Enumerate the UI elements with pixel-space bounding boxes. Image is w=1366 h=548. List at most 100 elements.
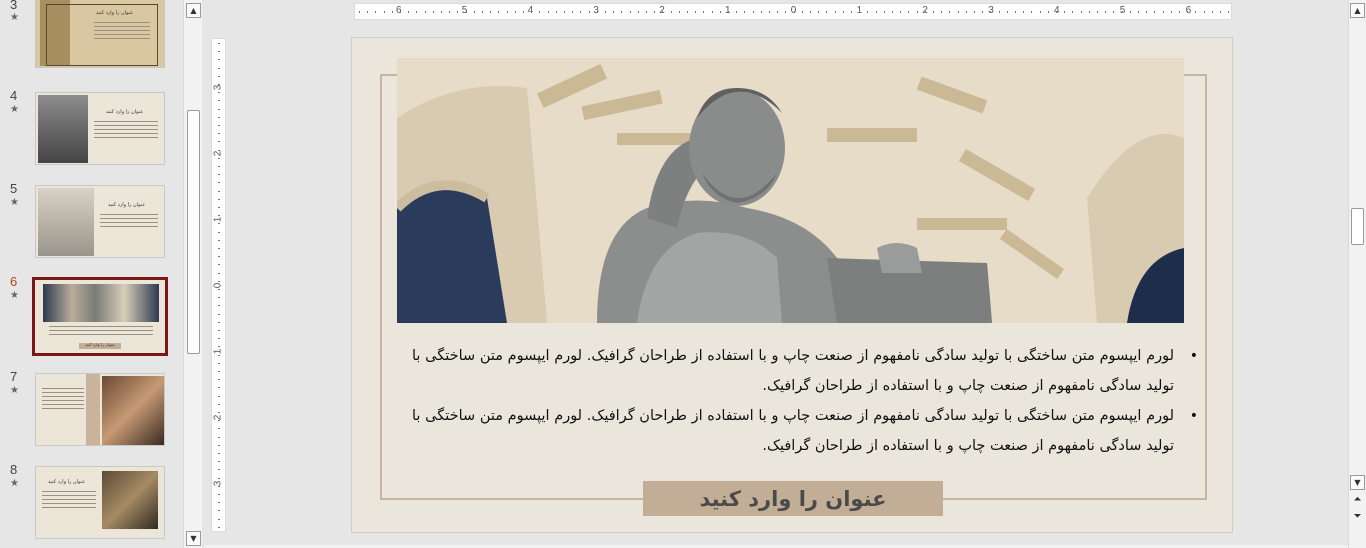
ruler-tick xyxy=(218,297,220,299)
ruler-tick xyxy=(391,11,393,13)
ruler-tick xyxy=(1015,11,1016,13)
ruler-tick xyxy=(965,11,967,13)
ruler-tick xyxy=(218,264,220,266)
ruler-label: 0 xyxy=(212,282,224,289)
ruler-tick xyxy=(564,11,565,13)
animation-star-icon: ★ xyxy=(10,197,19,208)
ruler-tick xyxy=(629,11,631,13)
ruler-tick xyxy=(218,141,220,143)
thumb-statue-image xyxy=(38,95,88,163)
ruler-tick xyxy=(1154,11,1156,13)
scrollbar-thumb[interactable] xyxy=(187,110,200,354)
ruler-tick xyxy=(1179,11,1180,13)
ruler-tick xyxy=(621,11,623,13)
bullet-item[interactable]: • لورم ایپسوم متن ساختگی با تولید سادگی … xyxy=(412,341,1198,401)
scroll-up-button[interactable]: ▲ xyxy=(1350,3,1365,18)
ruler-tick xyxy=(218,190,220,192)
ruler-tick xyxy=(490,11,492,13)
ruler-tick xyxy=(375,11,377,13)
bullet-list[interactable]: • لورم ایپسوم متن ساختگی با تولید سادگی … xyxy=(412,341,1198,461)
slide-thumbnail-7[interactable] xyxy=(35,373,165,446)
ruler-tick xyxy=(555,11,557,13)
ruler-tick xyxy=(875,11,877,13)
ruler-tick xyxy=(383,11,385,13)
ruler-tick xyxy=(218,436,220,438)
thumbnail-scrollbar[interactable]: ▲ ▼ xyxy=(183,0,202,548)
ruler-tick xyxy=(218,494,220,495)
slide-canvas[interactable]: • لورم ایپسوم متن ساختگی با تولید سادگی … xyxy=(351,37,1233,533)
bullet-dot-icon: • xyxy=(1189,408,1198,424)
slide-title-box[interactable]: عنوان را وارد کنید xyxy=(643,481,943,516)
ruler-tick xyxy=(687,11,688,13)
slide-thumbnail-5[interactable]: عنوان را وارد کنید xyxy=(35,185,165,258)
next-slide-button[interactable]: ⏷ xyxy=(1350,510,1365,525)
ruler-tick xyxy=(218,321,220,323)
ruler-tick xyxy=(416,11,418,13)
thumb-title: عنوان را وارد کنید xyxy=(85,342,115,347)
ruler-tick xyxy=(711,11,713,13)
ruler-tick xyxy=(933,11,934,13)
ruler-tick xyxy=(473,11,475,13)
ruler-tick xyxy=(662,11,664,13)
slide-thumbnail-6-selected[interactable]: عنوان را وارد کنید xyxy=(32,277,168,356)
slide-editor-area[interactable]: 6543210123456 3210123 xyxy=(204,0,1348,548)
ruler-tick xyxy=(218,477,220,479)
editor-vertical-scrollbar[interactable]: ▲ ▼ ⏶ ⏷ xyxy=(1348,0,1366,548)
animation-star-icon: ★ xyxy=(10,104,19,115)
ruler-tick xyxy=(957,11,959,13)
ruler-tick xyxy=(218,231,220,233)
ruler-label: 1 xyxy=(212,216,224,223)
ruler-tick xyxy=(892,11,893,13)
ruler-tick xyxy=(218,223,220,225)
ruler-tick xyxy=(998,11,1000,13)
slide-thumbnail-3[interactable]: عنوان را وارد کنید xyxy=(35,0,165,68)
ruler-tick xyxy=(218,412,220,413)
slide-thumbnail-8[interactable]: عنوان را وارد کنید xyxy=(35,466,165,539)
ruler-tick xyxy=(1138,11,1139,13)
ruler-tick xyxy=(990,11,992,13)
ruler-tick xyxy=(218,207,220,208)
previous-slide-button[interactable]: ⏶ xyxy=(1350,493,1365,508)
ruler-tick xyxy=(506,11,508,13)
ruler-tick xyxy=(218,116,220,118)
scroll-down-button[interactable]: ▼ xyxy=(1350,475,1365,490)
bullet-text: لورم ایپسوم متن ساختگی با تولید سادگی نا… xyxy=(412,348,1174,394)
statue-photo[interactable] xyxy=(397,58,1184,323)
ruler-tick xyxy=(218,305,220,307)
ruler-tick xyxy=(941,11,943,13)
ruler-tick xyxy=(810,11,811,13)
ruler-tick xyxy=(218,67,220,69)
ruler-tick xyxy=(916,11,918,13)
ruler-tick xyxy=(670,11,672,13)
ruler-tick xyxy=(218,461,220,463)
ruler-tick xyxy=(218,59,220,61)
ruler-tick xyxy=(1006,11,1008,13)
ruler-tick xyxy=(218,280,220,282)
ruler-tick xyxy=(1195,11,1197,13)
ruler-tick xyxy=(218,289,220,290)
ruler-tick xyxy=(605,11,606,13)
ruler-tick xyxy=(859,11,861,13)
scroll-down-button[interactable]: ▼ xyxy=(186,531,201,546)
slide-thumbnail-pane[interactable]: 3 ★ عنوان را وارد کنید 4 ★ عنوان را وارد… xyxy=(0,0,182,548)
ruler-tick xyxy=(949,11,951,13)
ruler-tick xyxy=(218,43,220,44)
ruler-tick xyxy=(218,108,220,110)
ruler-tick xyxy=(1187,11,1189,13)
scroll-up-button[interactable]: ▲ xyxy=(186,3,201,18)
ruler-tick xyxy=(637,11,639,13)
ruler-tick xyxy=(218,510,220,512)
ruler-tick xyxy=(867,11,869,13)
bullet-item[interactable]: • لورم ایپسوم متن ساختگی با تولید سادگی … xyxy=(412,401,1198,461)
ruler-tick xyxy=(218,453,220,454)
ruler-tick xyxy=(793,11,795,13)
ruler-tick xyxy=(218,100,220,102)
ruler-tick xyxy=(218,362,220,364)
scrollbar-thumb[interactable] xyxy=(1351,208,1364,245)
slide-thumbnail-4[interactable]: عنوان را وارد کنید xyxy=(35,92,165,165)
thumb-title: عنوان را وارد کنید xyxy=(48,479,86,485)
ruler-tick xyxy=(777,11,779,13)
ruler-tick xyxy=(613,11,615,13)
ruler-tick xyxy=(218,469,220,471)
thumb-text-lines xyxy=(42,491,96,511)
